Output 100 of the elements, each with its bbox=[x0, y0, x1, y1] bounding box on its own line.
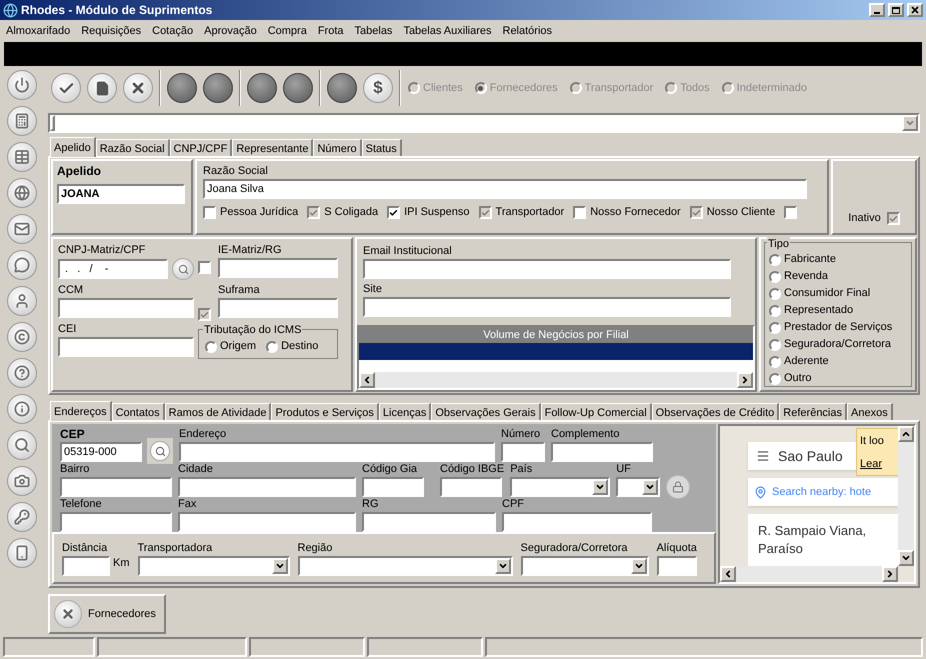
dropdown-field[interactable] bbox=[520, 556, 648, 576]
checkbox[interactable] bbox=[198, 261, 211, 274]
radio-option[interactable]: Aderente bbox=[769, 355, 907, 368]
horizontal-scrollbar[interactable] bbox=[359, 372, 753, 388]
tab[interactable]: Status bbox=[362, 139, 402, 156]
checkbox[interactable] bbox=[307, 206, 320, 219]
sidebar-button[interactable] bbox=[7, 250, 37, 280]
horizontal-scrollbar[interactable] bbox=[720, 566, 898, 582]
tab[interactable]: Produtos e Serviços bbox=[271, 403, 379, 420]
input-field[interactable] bbox=[362, 477, 424, 497]
arrow-button[interactable] bbox=[272, 558, 288, 574]
tab[interactable]: Referências bbox=[779, 403, 847, 420]
sidebar-button[interactable] bbox=[7, 286, 37, 316]
toolbar-button[interactable] bbox=[123, 73, 153, 103]
radio-option[interactable]: Destino bbox=[266, 340, 318, 353]
tab[interactable]: Ramos de Atividade bbox=[164, 403, 272, 420]
checkbox[interactable] bbox=[573, 206, 586, 219]
tab[interactable]: Follow-Up Comercial bbox=[540, 403, 652, 420]
input-field[interactable] bbox=[440, 477, 502, 497]
sidebar-button[interactable] bbox=[7, 538, 37, 568]
dropdown-field[interactable] bbox=[138, 556, 290, 576]
tab[interactable]: Licenças bbox=[378, 403, 432, 420]
menu-item[interactable]: Cotação bbox=[152, 22, 194, 40]
radio-option[interactable]: Outro bbox=[769, 372, 907, 385]
input-field[interactable] bbox=[60, 477, 172, 497]
menu-item[interactable]: Relatórios bbox=[502, 22, 552, 40]
input-field[interactable]: . . / - bbox=[58, 259, 168, 279]
input-field[interactable] bbox=[179, 442, 495, 462]
arrow-button[interactable] bbox=[592, 479, 608, 495]
tab[interactable]: Endereços bbox=[50, 401, 112, 421]
sidebar-button[interactable] bbox=[7, 394, 37, 424]
sidebar-button[interactable] bbox=[7, 358, 37, 388]
input-field[interactable] bbox=[362, 512, 496, 532]
checkbox[interactable] bbox=[478, 206, 492, 219]
toolbar-button[interactable]: $ bbox=[363, 73, 393, 103]
radio-option[interactable]: Origem bbox=[205, 340, 256, 353]
input-field[interactable] bbox=[58, 298, 194, 318]
tab[interactable]: Apelido bbox=[50, 137, 96, 157]
search-nearby-link[interactable]: Search nearby: hote bbox=[772, 484, 872, 500]
tab[interactable]: CNPJ/CPF bbox=[170, 139, 232, 156]
checkbox[interactable] bbox=[387, 206, 400, 219]
map-view[interactable]: Sao Paulo Search nearby: hote R. Sampaio Viana, Paraíso It loo Lear bbox=[718, 424, 916, 584]
minimize-button[interactable] bbox=[869, 3, 885, 17]
input-field[interactable]: JOANA bbox=[57, 184, 185, 204]
arrow-button[interactable] bbox=[898, 550, 914, 566]
radio-option[interactable]: Prestador de Serviços bbox=[769, 321, 907, 334]
arrow-button[interactable] bbox=[898, 426, 914, 442]
input-field[interactable]: Joana Silva bbox=[203, 179, 807, 199]
dropdown-field[interactable] bbox=[298, 556, 512, 576]
tab[interactable]: Razão Social bbox=[96, 139, 170, 156]
arrow-button[interactable] bbox=[737, 372, 753, 388]
input-field[interactable] bbox=[58, 337, 194, 357]
radio-option[interactable]: Revenda bbox=[769, 270, 907, 283]
radio-option[interactable]: Fabricante bbox=[769, 253, 907, 266]
sidebar-button[interactable] bbox=[7, 430, 37, 460]
input-field[interactable] bbox=[178, 512, 356, 532]
sidebar-button[interactable] bbox=[7, 142, 37, 172]
tab[interactable]: Número bbox=[313, 139, 362, 156]
radio-option[interactable]: Seguradora/Corretora bbox=[769, 338, 907, 351]
arrow-button[interactable] bbox=[359, 372, 375, 388]
tab[interactable]: Representante bbox=[232, 139, 314, 156]
sidebar-button[interactable] bbox=[7, 214, 37, 244]
tab[interactable]: Anexos bbox=[847, 403, 893, 420]
notice-link[interactable]: Lear bbox=[860, 456, 896, 472]
sidebar-button[interactable] bbox=[7, 178, 37, 208]
input-field[interactable] bbox=[60, 512, 172, 532]
close-button[interactable] bbox=[907, 3, 923, 17]
arrow-button[interactable] bbox=[642, 479, 658, 495]
input-field[interactable] bbox=[218, 258, 338, 278]
menu-item[interactable]: Aprovação bbox=[204, 22, 257, 40]
arrow-button[interactable] bbox=[630, 558, 646, 574]
input-field[interactable] bbox=[502, 512, 652, 532]
sidebar-button[interactable] bbox=[7, 466, 37, 496]
menu-item[interactable]: Almoxarifado bbox=[6, 22, 70, 40]
combo-handle[interactable] bbox=[50, 115, 55, 131]
input-field[interactable]: 05319-000 bbox=[60, 442, 142, 462]
dropdown-field[interactable] bbox=[616, 477, 660, 497]
arrow-button[interactable] bbox=[882, 566, 898, 582]
arrow-button[interactable] bbox=[720, 566, 736, 582]
menu-item[interactable]: Requisições bbox=[81, 22, 142, 40]
vertical-scrollbar[interactable] bbox=[898, 426, 914, 566]
menu-item[interactable]: Tabelas Auxiliares bbox=[403, 22, 492, 40]
checkbox[interactable] bbox=[784, 206, 798, 219]
checkbox[interactable] bbox=[198, 308, 211, 321]
checkbox[interactable] bbox=[886, 212, 900, 225]
menu-item[interactable]: Frota bbox=[318, 22, 344, 40]
sidebar-button[interactable] bbox=[7, 106, 37, 136]
menu-item[interactable]: Tabelas bbox=[354, 22, 392, 40]
tab[interactable]: Contatos bbox=[112, 403, 165, 420]
input-field[interactable] bbox=[363, 297, 731, 317]
input-field[interactable] bbox=[656, 556, 696, 576]
input-field[interactable] bbox=[62, 556, 110, 576]
sidebar-button[interactable] bbox=[7, 322, 37, 352]
lock-button[interactable] bbox=[666, 475, 690, 499]
input-field[interactable] bbox=[178, 477, 356, 497]
arrow-button[interactable] bbox=[494, 558, 510, 574]
input-field[interactable] bbox=[218, 298, 338, 318]
search-combo[interactable] bbox=[48, 113, 920, 133]
toolbar-button[interactable] bbox=[51, 73, 81, 103]
tab[interactable]: Observações Gerais bbox=[431, 403, 541, 420]
